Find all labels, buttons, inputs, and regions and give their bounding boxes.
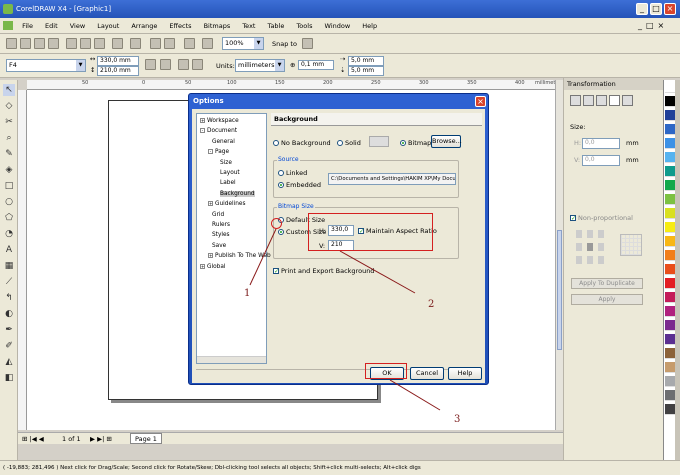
annotation-label-1: 1 (244, 288, 251, 299)
annotation-label-2: 2 (428, 299, 435, 310)
annotation-lines (249, 228, 441, 411)
annotation-label-3: 3 (454, 414, 461, 425)
